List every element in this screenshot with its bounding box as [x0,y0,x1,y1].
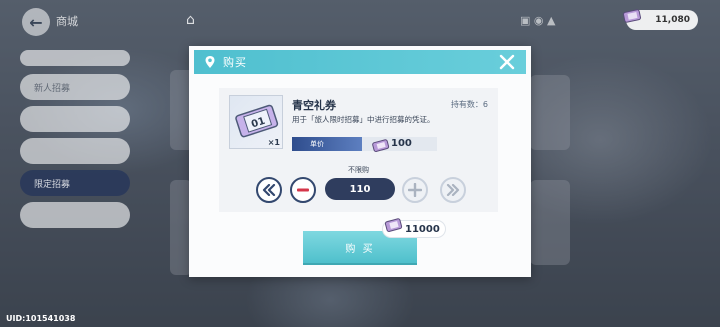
uid-label: UID:101541038 [6,314,76,323]
menu-item[interactable] [20,138,130,164]
pin-icon [205,56,215,68]
plus-icon [408,183,422,197]
double-chevron-left-icon [262,184,276,196]
price-label: 单价 [292,137,362,151]
price-row: 单价 100 [292,137,437,152]
menu-item[interactable] [20,202,130,228]
total-cost: 11000 [383,218,445,237]
ticket-icon [622,8,644,27]
item-name: 青空礼券 [292,99,336,112]
double-chevron-right-icon [446,184,460,196]
status-icons: ▣ ◉ ▲ [520,14,556,27]
page-title: 商城 [56,15,78,28]
item-description: 用于「旅人限时招募」中进行招募的凭证。 [292,115,435,124]
unit-price: 100 [391,138,412,149]
home-icon[interactable]: ⌂ [186,13,202,27]
ticket-icon [372,137,390,156]
total-cost-value: 11000 [405,223,440,235]
back-button[interactable]: ← [22,8,50,36]
quantity-value[interactable]: 110 [325,178,395,200]
menu-item-recruit-new[interactable]: 新人招募 [20,74,130,100]
increase-max-button[interactable] [440,177,466,203]
currency-display[interactable]: 11,080 [623,9,698,30]
decrease-max-button[interactable] [256,177,282,203]
owned-count: 持有数：6 [450,100,488,109]
menu-item[interactable] [20,106,130,132]
currency-value: 11,080 [655,15,690,25]
thumb-quantity: ×1 [267,138,280,147]
ticket-icon: 01 [235,104,279,138]
close-icon[interactable] [498,53,516,71]
item-card: 01 ×1 青空礼券 持有数：6 用于「旅人限时招募」中进行招募的凭证。 单价 … [219,88,498,212]
left-menu: 新人招募 限定招募 [20,50,130,234]
ticket-icon [384,216,404,237]
quantity-stepper: 110 [219,176,498,204]
purchase-dialog: 购买 01 ×1 青空礼券 持有数：6 用于「旅人限时招募」中进行招募的凭证。 … [189,46,531,277]
back-arrow-icon: ← [29,12,43,32]
increase-button[interactable] [402,177,428,203]
dialog-header: 购买 [194,50,526,74]
decrease-button[interactable] [290,177,316,203]
menu-item-limited-recruit[interactable]: 限定招募 [20,170,130,196]
item-thumbnail: 01 ×1 [229,95,283,149]
minus-icon [297,188,309,192]
purchase-limit: 不限购 [348,166,369,174]
dialog-title: 购买 [223,56,247,69]
menu-item[interactable] [20,50,130,66]
